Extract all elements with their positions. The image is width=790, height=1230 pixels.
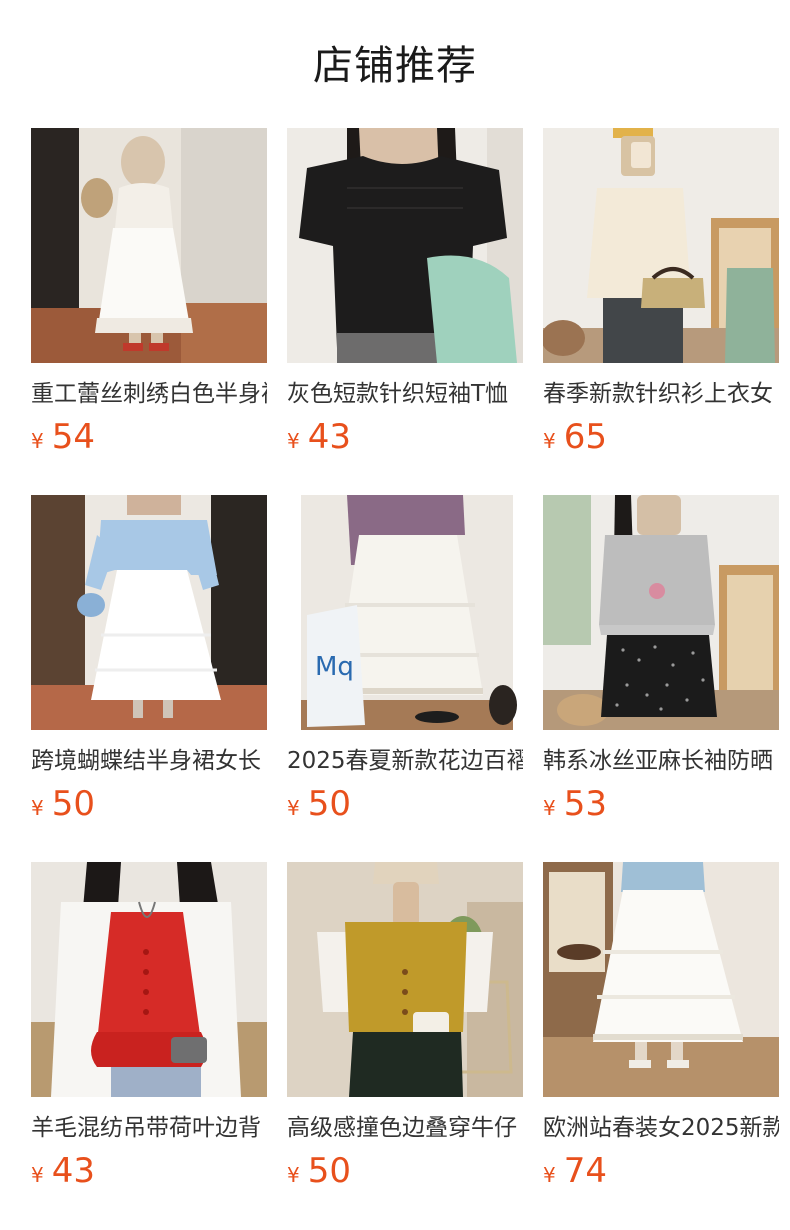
product-image[interactable] (543, 495, 779, 730)
product-name[interactable]: 跨境蝴蝶结半身裙女长 (31, 744, 267, 778)
currency-symbol: ¥ (31, 796, 44, 820)
product-price: ¥65 (543, 417, 607, 457)
currency-symbol: ¥ (543, 796, 556, 820)
price-value: 50 (307, 784, 351, 824)
product-card[interactable]: 重工蕾丝刺绣白色半身裙 ¥54 (31, 128, 267, 457)
product-price: ¥74 (543, 1151, 607, 1191)
product-image[interactable] (31, 128, 267, 363)
product-image[interactable] (287, 128, 523, 363)
price-value: 54 (51, 417, 95, 457)
product-name[interactable]: 欧洲站春装女2025新款 (543, 1111, 779, 1145)
currency-symbol: ¥ (287, 429, 300, 453)
product-price: ¥43 (287, 417, 351, 457)
product-name[interactable]: 春季新款针织衫上衣女 (543, 377, 779, 411)
product-card[interactable]: 跨境蝴蝶结半身裙女长 ¥50 (31, 495, 267, 824)
product-card[interactable]: 羊毛混纺吊带荷叶边背 ¥43 (31, 862, 267, 1191)
product-name[interactable]: 韩系冰丝亚麻长袖防晒 (543, 744, 779, 778)
price-value: 50 (307, 1151, 351, 1191)
currency-symbol: ¥ (287, 796, 300, 820)
product-price: ¥50 (287, 784, 351, 824)
currency-symbol: ¥ (31, 1163, 44, 1187)
product-card[interactable]: 春季新款针织衫上衣女 ¥65 (543, 128, 779, 457)
price-value: 65 (563, 417, 607, 457)
product-image[interactable]: Mq (287, 495, 523, 730)
product-card[interactable]: 灰色短款针织短袖T恤 ¥43 (287, 128, 523, 457)
currency-symbol: ¥ (543, 429, 556, 453)
product-image[interactable] (543, 128, 779, 363)
product-name[interactable]: 羊毛混纺吊带荷叶边背 (31, 1111, 267, 1145)
product-name[interactable]: 灰色短款针织短袖T恤 (287, 377, 523, 411)
product-image[interactable] (287, 862, 523, 1097)
product-card[interactable]: 高级感撞色边叠穿牛仔 ¥50 (287, 862, 523, 1191)
product-card[interactable]: Mq 2025春夏新款花边百褶 ¥50 (287, 495, 523, 824)
currency-symbol: ¥ (287, 1163, 300, 1187)
product-price: ¥43 (31, 1151, 95, 1191)
product-card[interactable]: 韩系冰丝亚麻长袖防晒 ¥53 (543, 495, 779, 824)
price-value: 43 (51, 1151, 95, 1191)
product-name[interactable]: 高级感撞色边叠穿牛仔 (287, 1111, 523, 1145)
section-title: 店铺推荐 (313, 43, 477, 89)
currency-symbol: ¥ (543, 1163, 556, 1187)
price-value: 50 (51, 784, 95, 824)
product-price: ¥50 (31, 784, 95, 824)
product-card[interactable]: 欧洲站春装女2025新款 ¥74 (543, 862, 779, 1191)
product-name[interactable]: 2025春夏新款花边百褶 (287, 744, 523, 778)
product-grid: 重工蕾丝刺绣白色半身裙 ¥54 灰色短款针织短袖T恤 ¥ 43 春季新款针织衫上… (31, 128, 790, 1191)
product-price: ¥50 (287, 1151, 351, 1191)
product-image[interactable] (31, 862, 267, 1097)
store-recommendations-page: 店铺推荐 重工蕾丝刺绣白色半身裙 ¥ 54 灰色短款针织短袖T恤 ¥ 43 春季… (0, 0, 790, 1230)
product-price: ¥54 (31, 417, 95, 457)
price-value: 53 (563, 784, 607, 824)
svg-text:Mq: Mq (315, 652, 354, 682)
product-image[interactable] (31, 495, 267, 730)
currency-symbol: ¥ (31, 429, 44, 453)
product-image[interactable] (543, 862, 779, 1097)
price-value: 43 (307, 417, 351, 457)
price-value: 74 (563, 1151, 607, 1191)
product-price: ¥53 (543, 784, 607, 824)
product-name[interactable]: 重工蕾丝刺绣白色半身裙 (31, 377, 267, 411)
